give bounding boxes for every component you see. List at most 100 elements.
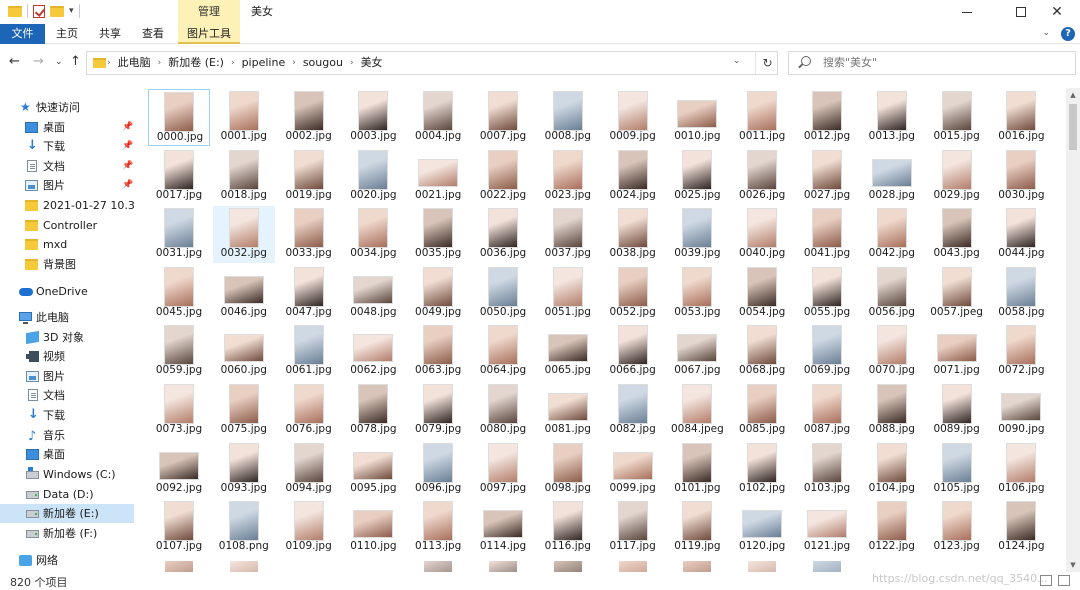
file-item[interactable]: 0022.jpg: [472, 148, 534, 205]
file-item[interactable]: 0116.jpg: [537, 499, 599, 556]
file-item[interactable]: 0034.jpg: [342, 206, 404, 263]
file-item[interactable]: 0013.jpg: [861, 89, 923, 146]
tab-picture-tools[interactable]: 图片工具: [178, 24, 240, 44]
nav-pc-pictures[interactable]: 图片: [0, 367, 134, 386]
file-item[interactable]: 0075.jpg: [213, 382, 275, 439]
file-item[interactable]: 0028.jpg: [861, 148, 923, 205]
nav-pc-documents[interactable]: 文档: [0, 386, 134, 405]
file-item[interactable]: 0060.jpg: [213, 323, 275, 380]
nav-pc-desktop[interactable]: 桌面: [0, 445, 134, 464]
nav-documents[interactable]: 文档 📌: [0, 157, 134, 176]
nav-drive-e[interactable]: 新加卷 (E:): [0, 504, 134, 523]
breadcrumb-separator-icon[interactable]: ›: [231, 52, 235, 74]
file-item[interactable]: 0018.jpg: [213, 148, 275, 205]
file-item[interactable]: 0047.jpg: [278, 265, 340, 322]
file-item[interactable]: 0033.jpg: [278, 206, 340, 263]
breadcrumb-this-pc[interactable]: 此电脑: [118, 52, 151, 74]
breadcrumb-separator-icon[interactable]: ›: [158, 52, 162, 74]
file-item[interactable]: 0020.jpg: [342, 148, 404, 205]
file-item[interactable]: 0036.jpg: [472, 206, 534, 263]
file-item[interactable]: 0024.jpg: [602, 148, 664, 205]
file-item[interactable]: 0065.jpg: [537, 323, 599, 380]
file-item[interactable]: 0123.jpg: [926, 499, 988, 556]
file-item[interactable]: 0015.jpg: [926, 89, 988, 146]
nav-folder-2021[interactable]: 2021-01-27 10.31.3: [0, 196, 134, 215]
file-item[interactable]: 0048.jpg: [342, 265, 404, 322]
file-item[interactable]: 0000.jpg: [148, 89, 210, 146]
expand-ribbon-icon[interactable]: ⌄: [1042, 28, 1050, 38]
file-item[interactable]: 0092.jpg: [148, 441, 210, 498]
file-item[interactable]: 0122.jpg: [861, 499, 923, 556]
file-item[interactable]: 0124.jpg: [990, 499, 1052, 556]
file-item[interactable]: 0078.jpg: [342, 382, 404, 439]
vertical-scrollbar[interactable]: ▲ ▼: [1066, 88, 1080, 572]
large-icons-view-icon[interactable]: [1058, 575, 1070, 586]
file-item[interactable]: 0066.jpg: [602, 323, 664, 380]
file-item[interactable]: 0016.jpg: [990, 89, 1052, 146]
scrollbar-thumb[interactable]: [1069, 104, 1077, 150]
file-item[interactable]: 0056.jpg: [861, 265, 923, 322]
search-box[interactable]: 搜索"美女": [788, 51, 1076, 75]
file-item[interactable]: 0082.jpg: [602, 382, 664, 439]
refresh-icon[interactable]: ↻: [755, 52, 779, 74]
file-item[interactable]: 0108.png: [213, 499, 275, 556]
nav-downloads[interactable]: 下载 📌: [0, 136, 134, 156]
file-item[interactable]: 0035.jpg: [407, 206, 469, 263]
file-item[interactable]: 0113.jpg: [407, 499, 469, 556]
nav-desktop[interactable]: 桌面 📌: [0, 118, 134, 137]
file-item[interactable]: 0053.jpg: [666, 265, 728, 322]
file-item[interactable]: 0114.jpg: [472, 499, 534, 556]
file-item[interactable]: 0008.jpg: [537, 89, 599, 146]
file-item[interactable]: 0027.jpg: [796, 148, 858, 205]
file-item[interactable]: 0117.jpg: [602, 499, 664, 556]
file-item[interactable]: 0038.jpg: [602, 206, 664, 263]
nav-pc-downloads[interactable]: 下载: [0, 405, 134, 425]
file-item[interactable]: 0073.jpg: [148, 382, 210, 439]
folder-icon[interactable]: [8, 5, 22, 17]
file-item[interactable]: 0110.jpg: [342, 499, 404, 556]
file-item[interactable]: 0097.jpg: [472, 441, 534, 498]
nav-drive-f[interactable]: 新加卷 (F:): [0, 524, 134, 543]
file-item[interactable]: 0076.jpg: [278, 382, 340, 439]
file-item[interactable]: 0058.jpg: [990, 265, 1052, 322]
file-item[interactable]: 0081.jpg: [537, 382, 599, 439]
file-item[interactable]: 0059.jpg: [148, 323, 210, 380]
file-item[interactable]: 0030.jpg: [990, 148, 1052, 205]
file-item[interactable]: 0039.jpg: [666, 206, 728, 263]
nav-drive-d[interactable]: Data (D:): [0, 485, 134, 504]
file-item[interactable]: 0026.jpg: [731, 148, 793, 205]
file-item[interactable]: 0102.jpg: [731, 441, 793, 498]
tab-home[interactable]: 主页: [50, 24, 84, 44]
file-item[interactable]: 0062.jpg: [342, 323, 404, 380]
file-item[interactable]: 0045.jpg: [148, 265, 210, 322]
nav-network[interactable]: 网络: [0, 551, 134, 570]
nav-folder-backgrounds[interactable]: 背景图: [0, 255, 134, 274]
customize-toolbar-dropdown-icon[interactable]: ▾: [69, 6, 74, 16]
nav-folder-mxd[interactable]: mxd: [0, 235, 134, 254]
file-item[interactable]: 0085.jpg: [731, 382, 793, 439]
file-item[interactable]: 0101.jpg: [666, 441, 728, 498]
file-item[interactable]: 0070.jpg: [861, 323, 923, 380]
file-item[interactable]: 0106.jpg: [990, 441, 1052, 498]
file-item[interactable]: 0029.jpg: [926, 148, 988, 205]
file-item[interactable]: 0037.jpg: [537, 206, 599, 263]
properties-icon[interactable]: [33, 4, 45, 18]
file-item[interactable]: 0067.jpg: [666, 323, 728, 380]
file-item[interactable]: 0055.jpg: [796, 265, 858, 322]
tab-view[interactable]: 查看: [136, 24, 170, 44]
file-item[interactable]: 0103.jpg: [796, 441, 858, 498]
file-item[interactable]: 0023.jpg: [537, 148, 599, 205]
file-item[interactable]: 0054.jpg: [731, 265, 793, 322]
file-item[interactable]: 0090.jpg: [990, 382, 1052, 439]
breadcrumb-sougou[interactable]: sougou: [303, 52, 343, 74]
file-item[interactable]: 0104.jpg: [861, 441, 923, 498]
file-item[interactable]: 0079.jpg: [407, 382, 469, 439]
nav-quick-access[interactable]: 快速访问: [0, 98, 134, 117]
file-item[interactable]: 0094.jpg: [278, 441, 340, 498]
file-item[interactable]: 0120.jpg: [731, 499, 793, 556]
file-item[interactable]: 0087.jpg: [796, 382, 858, 439]
breadcrumb-drive-e[interactable]: 新加卷 (E:): [168, 52, 224, 74]
file-item[interactable]: 0011.jpg: [731, 89, 793, 146]
tab-file[interactable]: 文件: [0, 24, 45, 44]
file-item[interactable]: 0012.jpg: [796, 89, 858, 146]
